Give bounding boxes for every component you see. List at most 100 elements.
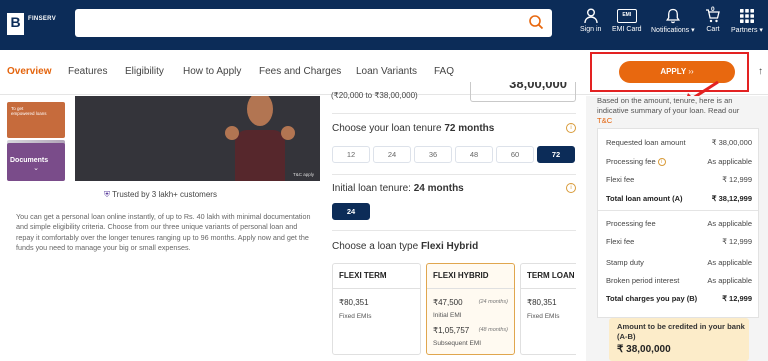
summary-row-value: ₹ 12,999 (722, 237, 752, 246)
hero-tc-tag: T&C apply (292, 172, 314, 177)
summary-row-value: As applicable (707, 258, 752, 267)
initial-tenure-value: 24 months (413, 183, 464, 194)
tab-features[interactable]: Features (68, 66, 107, 77)
loan-type-card-term-loan[interactable]: TERM LOAN ₹80,351 Fixed EMIs (520, 263, 576, 355)
search-icon[interactable] (528, 14, 544, 30)
summary-total-row: Total charges you pay (B) ₹ 12,999 (606, 294, 752, 303)
divider (332, 113, 576, 114)
credit-label: Amount to be credited in your bank (A-B) (617, 322, 745, 341)
tab-faq[interactable]: FAQ (434, 66, 454, 77)
summary-row-label: Broken period interest (606, 276, 680, 285)
tenure-option-72[interactable]: 72 (537, 146, 575, 163)
tab-fees-and-charges[interactable]: Fees and Charges (259, 66, 341, 77)
tab-loan-variants[interactable]: Loan Variants (356, 66, 417, 77)
summary-table: Requested loan amount ₹ 38,00,000 Process… (597, 128, 759, 318)
summary-row-label: Flexi fee (606, 175, 635, 184)
summary-row: Broken period interest As applicable (606, 276, 752, 285)
tenure-label: Choose your loan tenure (332, 123, 442, 134)
emi-card-label: EMI Card (612, 26, 642, 33)
card-title: TERM LOAN (527, 271, 575, 280)
loan-type-card-flexi-hybrid[interactable]: FLEXI HYBRID ₹47,500 (24 months) Initial… (426, 263, 515, 355)
initial-tenure-label: Initial loan tenure: (332, 183, 411, 194)
card-title: FLEXI HYBRID (433, 271, 489, 280)
summary-row-value: ₹ 38,00,000 (711, 138, 752, 147)
shield-icon: ⛨ (104, 190, 110, 199)
cart-label: Cart (706, 26, 720, 33)
summary-row: Flexi fee ₹ 12,999 (606, 175, 752, 184)
summary-intro-line-2: indicative summary of your loan. Read ou… (597, 106, 740, 115)
summary-row: Flexi fee ₹ 12,999 (606, 237, 752, 246)
summary-row-value: ₹ 12,999 (722, 294, 752, 303)
card-emi-amount: ₹80,351 (339, 298, 369, 307)
tab-overview[interactable]: Overview (7, 66, 51, 77)
product-description: You can get a personal loan online insta… (16, 212, 311, 252)
summary-intro: Based on the amount, tenure, here is an … (597, 96, 757, 126)
loan-amount-input[interactable]: 38,00,000 (470, 82, 576, 102)
card-emi-label: Fixed EMIs (527, 313, 560, 320)
summary-row: Stamp duty As applicable (606, 258, 752, 267)
top-header: B FINSERV Sign in EMI EMI Card Notificat… (0, 0, 768, 50)
card-emi-months: (24 months) (478, 299, 508, 305)
summary-row: Requested loan amount ₹ 38,00,000 (606, 138, 752, 147)
trust-text: Trusted by 3 lakh+ customers (112, 190, 217, 199)
tenure-heading: Choose your loan tenure 72 months (332, 123, 494, 134)
tenure-option-48[interactable]: 48 (455, 146, 493, 163)
loan-amount-value: 38,00,000 (509, 82, 567, 91)
info-icon[interactable]: i (657, 158, 666, 167)
brand-logo[interactable]: B (7, 13, 24, 35)
thumbnail-1-subtitle: empowered loans (11, 111, 47, 116)
summary-row-value: As applicable (707, 276, 752, 285)
search-input[interactable] (75, 9, 552, 37)
divider (332, 174, 576, 175)
credit-amount-box: Amount to be credited in your bank (A-B)… (609, 318, 749, 361)
cart-icon: 0 (705, 6, 721, 24)
sign-in-button[interactable]: Sign in (580, 8, 601, 33)
tab-how-to-apply[interactable]: How to Apply (183, 66, 241, 77)
divider (332, 230, 576, 231)
summary-row-label: Stamp duty (606, 258, 644, 267)
tenure-option-36[interactable]: 36 (414, 146, 452, 163)
card-emi-months-2: (48 months) (478, 327, 508, 333)
summary-row-label: Flexi fee (606, 237, 635, 246)
tenure-option-24[interactable]: 24 (373, 146, 411, 163)
apply-label: APPLY (660, 67, 687, 76)
chevron-down-icon[interactable]: ⌄ (10, 164, 62, 172)
hero-image: T&C apply (75, 96, 320, 181)
sign-in-label: Sign in (580, 26, 602, 33)
summary-intro-line-1: Based on the amount, tenure, here is an (597, 96, 733, 105)
summary-row-value: As applicable (707, 157, 752, 166)
loan-type-value: Flexi Hybrid (420, 241, 479, 252)
notifications-button[interactable]: Notifications ▾ (651, 8, 695, 34)
card-emi-label: Initial EMI (433, 312, 462, 319)
initial-tenure-option-24[interactable]: 24 (332, 203, 370, 220)
tenure-option-12[interactable]: 12 (332, 146, 370, 163)
scroll-up-icon[interactable]: ↑ (758, 66, 763, 77)
summary-row-value: As applicable (707, 219, 752, 228)
emi-card-button[interactable]: EMI EMI Card (612, 8, 642, 33)
partners-label: Partners ▾ (731, 27, 763, 34)
card-title: FLEXI TERM (339, 271, 387, 280)
tenure-option-60[interactable]: 60 (496, 146, 534, 163)
card-emi-label: Fixed EMIs (339, 313, 372, 320)
tab-eligibility[interactable]: Eligibility (125, 66, 164, 77)
thumbnail-1[interactable]: To get empowered loans (7, 102, 65, 138)
partners-button[interactable]: Partners ▾ (731, 8, 763, 34)
person-figure (225, 96, 295, 181)
summary-total-row: Total loan amount (A) ₹ 38,12,999 (606, 194, 752, 203)
divider (333, 288, 420, 289)
summary-row: Processing fee As applicable (606, 219, 752, 228)
card-emi-label-2: Subsequent EMI (433, 340, 482, 347)
divider (427, 288, 514, 289)
grid-icon (739, 9, 754, 23)
brand-logo-text: FINSERV (28, 16, 56, 22)
trust-badge: ⛨ Trusted by 3 lakh+ customers (104, 190, 217, 200)
summary-row-label: Total charges you pay (B) (606, 294, 698, 303)
info-icon[interactable]: i (566, 183, 576, 193)
summary-row-label: Total loan amount (A) (606, 194, 683, 203)
tc-link[interactable]: T&C (597, 116, 757, 126)
info-icon[interactable]: i (566, 123, 576, 133)
cart-button[interactable]: 0 Cart (705, 6, 721, 33)
thumbnail-3[interactable]: Documents ⌄ (7, 143, 65, 181)
loan-type-card-flexi-term[interactable]: FLEXI TERM ₹80,351 Fixed EMIs (332, 263, 421, 355)
initial-tenure-heading: Initial loan tenure: 24 months (332, 183, 464, 194)
